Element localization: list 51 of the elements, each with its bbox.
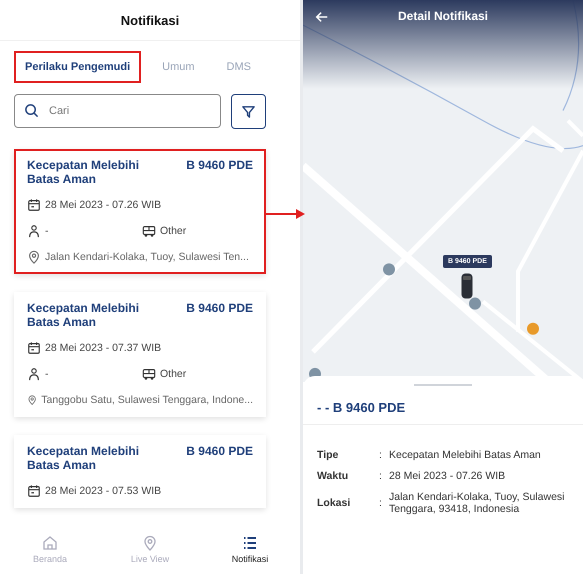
field-value: Kecepatan Melebihi Batas Aman — [389, 449, 542, 461]
date-time: 28 Mei 2023 - 07.37 WIB — [45, 342, 162, 354]
screen-title: Notifikasi — [0, 0, 300, 41]
date-time: 28 Mei 2023 - 07.26 WIB — [45, 199, 162, 211]
calendar-icon — [27, 484, 41, 498]
date-time: 28 Mei 2023 - 07.53 WIB — [45, 485, 162, 497]
vehicle-type: Other — [160, 368, 186, 380]
field-value: Jalan Kendari-Kolaka, Tuoy, Sulawesi Tenggara, 93418, Indonesia — [389, 491, 566, 515]
driver-name: - — [45, 225, 48, 237]
filter-button[interactable] — [231, 94, 266, 129]
bus-icon — [142, 367, 156, 381]
location-pin-icon — [27, 393, 38, 407]
plate-number: B 9460 PDE — [186, 301, 253, 317]
calendar-icon — [27, 198, 41, 212]
screen-title: Detail Notifikasi — [398, 9, 488, 23]
calendar-icon — [27, 341, 41, 355]
car-icon — [461, 273, 474, 299]
nav-item[interactable]: Notifikasi — [205, 527, 295, 574]
tab[interactable]: Perilaku Pengemudi — [14, 51, 142, 83]
bus-icon — [142, 224, 156, 238]
person-icon — [27, 367, 41, 381]
list-icon — [242, 535, 258, 551]
location-pin-icon — [27, 250, 41, 264]
notification-title: Kecepatan Melebihi Batas Aman — [27, 444, 140, 472]
filter-icon — [241, 104, 256, 119]
vehicle-type: Other — [160, 225, 186, 237]
location-text: Tanggobu Satu, Sulawesi Tenggara, Indone... — [41, 394, 253, 406]
plate-number: B 9460 PDE — [186, 158, 253, 174]
home-icon — [42, 535, 58, 551]
plate-number: B 9460 PDE — [186, 444, 253, 460]
annotation-arrow — [266, 209, 306, 219]
field-label: Lokasi — [317, 497, 352, 509]
location-text: Jalan Kendari-Kolaka, Tuoy, Sulawesi Ten... — [45, 251, 249, 263]
field-label: Tipe — [317, 449, 340, 461]
notification-title: Kecepatan Melebihi Batas Aman — [27, 301, 140, 329]
colon: : — [379, 470, 383, 482]
notification-title: Kecepatan Melebihi Batas Aman — [27, 158, 140, 186]
field-label: Waktu — [317, 470, 350, 482]
sheet-title: - - B 9460 PDE — [303, 386, 583, 425]
field-value: 28 Mei 2023 - 07.26 WIB — [389, 470, 506, 482]
search-icon — [24, 103, 39, 118]
notification-card[interactable]: Kecepatan Melebihi Batas Aman B 9460 PDE 28 Mei 2023 - 07.37 WIB - Other Tanggobu Satu, Sulawesi Tenggara, Indone... — [14, 292, 266, 417]
back-arrow-icon[interactable] — [315, 10, 329, 24]
location-pin-icon — [142, 535, 158, 551]
notification-card[interactable]: Kecepatan Melebihi Batas Aman B 9460 PDE 28 Mei 2023 - 07.26 WIB - Other Jalan Kendari-Kolaka, Tuoy, Sulawesi Ten... — [14, 149, 266, 274]
person-icon — [27, 224, 41, 238]
search-field[interactable]: Cari — [14, 94, 221, 128]
colon: : — [379, 449, 383, 461]
colon: : — [379, 497, 383, 509]
notification-card[interactable]: Kecepatan Melebihi Batas Aman B 9460 PDE 28 Mei 2023 - 07.53 WIB — [14, 435, 266, 508]
driver-name: - — [45, 368, 48, 380]
